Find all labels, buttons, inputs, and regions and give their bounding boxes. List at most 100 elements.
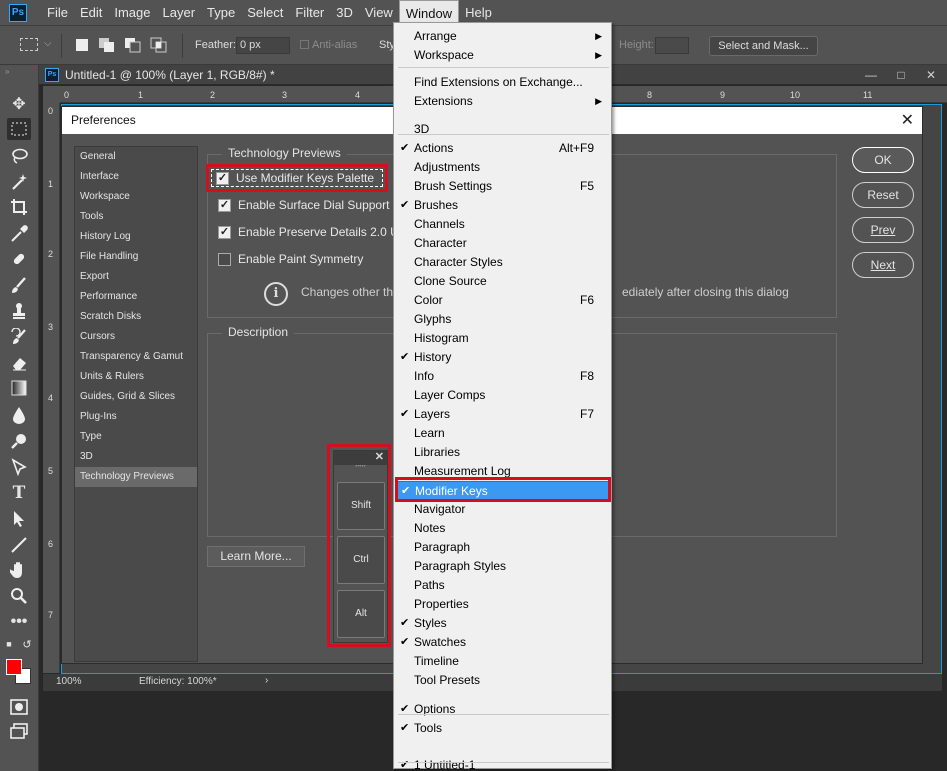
window-menu-item-histogram[interactable]: Histogram [395,329,610,348]
window-menu-item-info[interactable]: Info F8 [395,367,610,386]
maximize-icon[interactable]: □ [889,65,913,85]
magic-wand-tool-icon[interactable] [7,171,31,193]
blur-tool-icon[interactable] [7,404,31,426]
window-menu-item-layers[interactable]: ✔ Layers F7 [395,405,610,424]
more-tools-icon[interactable]: ••• [7,611,31,633]
window-menu-item-character[interactable]: Character [395,234,610,253]
window-menu-item-channels[interactable]: Channels [395,215,610,234]
line-tool-icon[interactable] [7,534,31,556]
add-to-selection-icon[interactable] [98,37,116,53]
window-menu-item-options[interactable]: ✔ Options [395,700,610,719]
screen-mode-icon[interactable] [7,720,31,742]
window-menu-item-timeline[interactable]: Timeline [395,652,610,671]
height-input[interactable] [655,37,689,54]
menu-layer[interactable]: Layer [157,0,202,25]
zoom-tool-icon[interactable] [7,585,31,607]
window-menu-item-glyphs[interactable]: Glyphs [395,310,610,329]
clone-stamp-tool-icon[interactable] [7,300,31,322]
window-menu-item-color[interactable]: Color F6 [395,291,610,310]
dodge-tool-icon[interactable] [7,430,31,452]
close-icon[interactable]: ✕ [919,65,943,85]
nav-item-units-rulers[interactable]: Units & Rulers [75,367,197,387]
new-selection-icon[interactable] [73,37,91,53]
window-menu-item-find-extensions-on-exchange[interactable]: Find Extensions on Exchange... [395,73,610,92]
history-brush-tool-icon[interactable] [7,326,31,348]
ruler-origin[interactable] [43,86,60,103]
window-menu-item-navigator[interactable]: Navigator [395,500,610,519]
window-menu-item-actions[interactable]: ✔ Actions Alt+F9 [395,139,610,158]
menu-type[interactable]: Type [201,0,241,25]
nav-item-file-handling[interactable]: File Handling [75,247,197,267]
window-menu-item-swatches[interactable]: ✔ Swatches [395,633,610,652]
menu-3d[interactable]: 3D [330,0,359,25]
window-menu-item-paragraph[interactable]: Paragraph [395,538,610,557]
move-tool-icon[interactable]: ✥ [7,93,31,115]
rectangular-marquee-tool-icon[interactable] [7,118,31,140]
surface-dial-checkbox[interactable]: ✓ Enable Surface Dial Support [218,196,389,214]
healing-brush-tool-icon[interactable] [7,248,31,270]
nav-item-plug-ins[interactable]: Plug-Ins [75,407,197,427]
hand-tool-icon[interactable] [7,559,31,581]
pen-tool-icon[interactable] [7,456,31,478]
nav-item-tools[interactable]: Tools [75,207,197,227]
window-menu-item-extensions[interactable]: Extensions ▶ [395,92,610,111]
prev-button[interactable]: Prev [852,217,914,243]
path-selection-tool-icon[interactable] [7,508,31,530]
menu-filter[interactable]: Filter [289,0,330,25]
nav-item-cursors[interactable]: Cursors [75,327,197,347]
nav-item-history-log[interactable]: History Log [75,227,197,247]
menu-image[interactable]: Image [108,0,156,25]
nav-item-scratch-disks[interactable]: Scratch Disks [75,307,197,327]
paint-symmetry-checkbox[interactable]: Enable Paint Symmetry [218,250,363,268]
eyedropper-tool-icon[interactable] [7,223,31,245]
window-menu-item-adjustments[interactable]: Adjustments [395,158,610,177]
select-and-mask-button[interactable]: Select and Mask... [709,36,818,56]
window-menu-item-1-untitled-1[interactable]: ✔ 1 Untitled-1 [395,756,610,771]
rect-marquee-preset-icon[interactable] [20,38,38,51]
preserve-details-checkbox[interactable]: ✓ Enable Preserve Details 2.0 U [218,223,399,241]
swap-colors-icon[interactable]: ↺ [20,637,34,651]
nav-item-interface[interactable]: Interface [75,167,197,187]
window-menu-item-tool-presets[interactable]: Tool Presets [395,671,610,690]
window-menu-item-libraries[interactable]: Libraries [395,443,610,462]
nav-item-general[interactable]: General [75,147,197,167]
eraser-tool-icon[interactable] [7,352,31,374]
ok-button[interactable]: OK [852,147,914,173]
menu-file[interactable]: File [41,0,74,25]
nav-item-transparency-gamut[interactable]: Transparency & Gamut [75,347,197,367]
window-menu-item-properties[interactable]: Properties [395,595,610,614]
vertical-ruler[interactable]: 0 1 2 3 4 5 6 7 [43,103,60,673]
window-menu-item-clone-source[interactable]: Clone Source [395,272,610,291]
panel-grip-icon[interactable]: » [5,67,9,76]
nav-item-workspace[interactable]: Workspace [75,187,197,207]
brush-tool-icon[interactable] [7,274,31,296]
nav-item-guides-grid-slices[interactable]: Guides, Grid & Slices [75,387,197,407]
window-menu-item-3d[interactable]: 3D [395,120,610,139]
zoom-level[interactable]: 100% [56,676,82,687]
window-menu-item-paragraph-styles[interactable]: Paragraph Styles [395,557,610,576]
subtract-from-selection-icon[interactable] [124,37,142,53]
intersect-selection-icon[interactable] [150,37,168,53]
nav-item-type[interactable]: Type [75,427,197,447]
nav-item-export[interactable]: Export [75,267,197,287]
menu-select[interactable]: Select [241,0,289,25]
next-button[interactable]: Next [852,252,914,278]
window-menu-item-learn[interactable]: Learn [395,424,610,443]
crop-tool-icon[interactable] [7,196,31,218]
learn-more-button[interactable]: Learn More... [207,546,305,567]
nav-item-3d[interactable]: 3D [75,447,197,467]
lasso-tool-icon[interactable] [7,145,31,167]
window-menu-item-tools[interactable]: ✔ Tools [395,719,610,738]
default-colors-icon[interactable]: ■ [2,637,16,651]
nav-item-performance[interactable]: Performance [75,287,197,307]
gradient-tool-icon[interactable] [7,377,31,399]
nav-item-technology-previews[interactable]: Technology Previews [75,467,197,487]
window-menu-item-brush-settings[interactable]: Brush Settings F5 [395,177,610,196]
foreground-color-swatch[interactable] [6,659,22,675]
window-menu-item-notes[interactable]: Notes [395,519,610,538]
window-menu-item-character-styles[interactable]: Character Styles [395,253,610,272]
window-menu-item-history[interactable]: ✔ History [395,348,610,367]
quick-mask-icon[interactable] [7,696,31,718]
minimize-icon[interactable]: — [859,65,883,85]
menu-edit[interactable]: Edit [74,0,108,25]
